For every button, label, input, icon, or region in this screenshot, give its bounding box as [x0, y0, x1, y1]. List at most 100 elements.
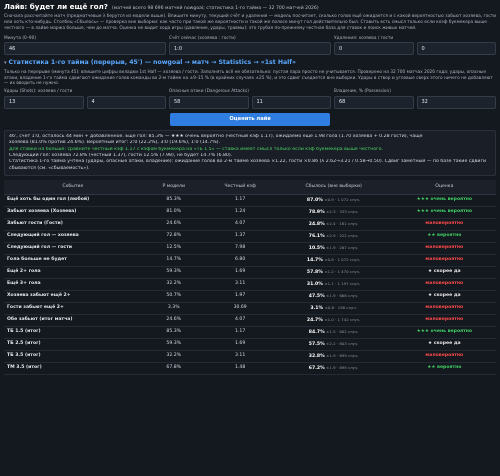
halftime-description: Только на перерыве (минута 45): впишите … — [4, 69, 493, 87]
redcards-home-input[interactable]: 0 — [334, 42, 414, 56]
grade-cell: маловероятно — [392, 242, 496, 255]
fair-odds-cell: 7.98 — [205, 242, 275, 255]
redcards-away-input[interactable]: 0 — [416, 42, 496, 56]
possession-field: Владение, % (Possession) 68 32 — [334, 89, 496, 109]
model-p-cell: 50.7% — [141, 290, 206, 303]
model-p-cell: 85.3% — [141, 194, 206, 207]
grade-cell: маловероятно — [392, 314, 496, 327]
evaluate-live-button[interactable]: Оценить лайв — [170, 112, 330, 126]
col-event: Событие — [4, 179, 142, 195]
table-row: Забьют гости (Гости) 24.6% 4.07 24.8% ±2.4 … — [4, 218, 496, 231]
fair-odds-cell: 3.11 — [205, 278, 275, 291]
model-p-cell: 14.7% — [141, 254, 206, 267]
probability-table: Событие P модели Честный кэф Сбылось (вн… — [4, 179, 496, 375]
hit-rate: 87.0% — [306, 197, 323, 203]
model-p-cell: 72.8% — [141, 230, 206, 243]
redcards-field: Удаления: хозяева / гости 0 0 — [334, 36, 496, 56]
table-row: Забьют хозяева (Хозяева) 81.0% 1.24 78.9% ±… — [4, 206, 496, 219]
hit-meta: ±1.9 · 899 случ. — [326, 364, 359, 370]
event-cell: Ещё 3+ гола — [4, 278, 142, 291]
event-cell: Ещё хоть бы один гол (любой) — [4, 194, 142, 207]
hit-cell: 10.5% ±1.9 · 267 случ. — [274, 242, 393, 255]
table-row: Ещё 3+ гола 32.2% 3.11 31.0% ±1.1 · 1 197 с… — [4, 278, 496, 291]
redcards-label: Удаления: хозяева / гости — [334, 35, 394, 41]
grade-cell: ★ скорее да — [392, 266, 496, 279]
live-result-box: 46', счёт 1:0, осталось 44 мин + добавле… — [4, 129, 496, 176]
hit-cell: 67.2% ±1.9 · 899 случ. — [274, 362, 393, 375]
attacks-inputs: 58 11 — [169, 95, 331, 109]
attacks-label: Опасные атаки (Dangerous Attacks) — [169, 89, 249, 95]
event-cell: Следующий гол — хозяева — [4, 230, 142, 243]
hit-rate: 3.1% — [310, 305, 324, 311]
event-cell: Гости забьют ещё 2+ — [4, 302, 142, 315]
table-row: ТМ 3.5 (итог) 67.8% 1.48 67.2% ±1.9 · 899 с… — [4, 362, 496, 375]
shots-field: Удары (Shots): хозяева / гости 13 4 — [4, 89, 166, 109]
hit-rate: 31.0% — [306, 281, 323, 287]
possession-away-input[interactable]: 32 — [416, 95, 496, 109]
hit-cell: 84.7% ±1.5 · 802 случ. — [274, 326, 393, 339]
event-cell: Забьют гости (Гости) — [4, 218, 142, 231]
score-input[interactable]: 1:0 — [169, 42, 331, 56]
fair-odds-cell: 1.97 — [205, 290, 275, 303]
possession-home-input[interactable]: 68 — [334, 95, 414, 109]
event-cell: ТБ 2.5 (итог) — [4, 338, 142, 351]
hit-meta: ±2.4 · 181 случ. — [326, 220, 359, 226]
fair-odds-cell: 1.37 — [205, 230, 275, 243]
hit-cell: 32.8% ±1.9 · 899 случ. — [274, 350, 393, 363]
model-p-cell: 24.6% — [141, 314, 206, 327]
hit-rate: 47.5% — [308, 293, 325, 299]
grade-cell: маловероятно — [392, 254, 496, 267]
table-row: Ещё 2+ гола 59.3% 1.69 57.8% ±1.2 · 1 470 с… — [4, 266, 496, 279]
table-row: Следующий гол — хозяева 72.8% 1.37 76.1% ±2… — [4, 230, 496, 243]
table-row: Гости забьют ещё 2+ 3.3% 30.69 3.1% ±0.8 · … — [4, 302, 496, 315]
minute-input[interactable]: 46 — [4, 42, 166, 56]
hit-rate: 76.1% — [308, 233, 325, 239]
attacks-away-input[interactable]: 11 — [251, 95, 331, 109]
model-p-cell: 85.3% — [141, 326, 206, 339]
col-model-p: P модели — [141, 179, 206, 195]
grade-cell: ★ скорее да — [392, 338, 496, 351]
table-row: Обе забьют (итог матча) 24.6% 4.07 24.7% ±1… — [4, 314, 496, 327]
hit-meta: ±1.9 · 666 случ. — [326, 292, 359, 298]
event-cell: Хозяева забьют ещё 2+ — [4, 290, 142, 303]
hit-meta: ±1.2 · 1 470 случ. — [324, 268, 361, 274]
hit-cell: 87.0% ±0.9 · 1 072 случ. — [274, 194, 393, 207]
hit-meta: ±1.1 · 1 197 случ. — [324, 280, 361, 286]
shots-away-input[interactable]: 4 — [86, 95, 166, 109]
model-p-cell: 32.2% — [141, 278, 206, 291]
halftime-section-title: Статистика 1-го тайма (перерыв, 45') — n… — [8, 59, 296, 67]
model-p-cell: 32.2% — [141, 350, 206, 363]
fair-odds-cell: 4.07 — [205, 218, 275, 231]
shots-home-input[interactable]: 13 — [4, 95, 84, 109]
table-row: Следующий гол — гости 12.5% 7.98 10.5% ±1.9… — [4, 242, 496, 255]
hit-meta: ±2.2 · 803 случ. — [326, 340, 359, 346]
fair-odds-cell: 1.17 — [205, 194, 275, 207]
grade-cell: маловероятно — [392, 350, 496, 363]
attacks-home-input[interactable]: 58 — [169, 95, 249, 109]
hit-cell: 3.1% ±0.8 · 198 случ. — [274, 302, 393, 315]
minute-label: Минута (0–90) — [4, 35, 37, 41]
table-row: ТБ 2.5 (итог) 59.3% 1.69 57.5% ±2.2 · 803 с… — [4, 338, 496, 351]
event-cell: Обе забьют (итог матча) — [4, 314, 142, 327]
fair-odds-cell: 1.69 — [205, 266, 275, 279]
hit-meta: ±1.0 · 1 742 случ. — [324, 316, 361, 322]
grade-cell: маловероятно — [392, 302, 496, 315]
minute-field: Минута (0–90) 46 — [4, 36, 166, 56]
redcards-inputs: 0 0 — [334, 42, 496, 56]
page-header: Лайв: будет ли ещё гол? (матчей всего 98… — [4, 2, 496, 12]
hit-cell: 57.5% ±2.2 · 803 случ. — [274, 338, 393, 351]
table-row: ТБ 3.5 (итог) 32.2% 3.11 32.8% ±1.9 · 899 с… — [4, 350, 496, 363]
col-hit-rate: Сбылось (вне выборки) — [274, 179, 393, 195]
live-panel: Лайв: будет ли ещё гол? (матчей всего 98… — [0, 0, 500, 375]
fair-odds-cell: 1.48 — [205, 362, 275, 375]
fair-odds-cell: 3.11 — [205, 350, 275, 363]
hit-rate: 84.7% — [308, 329, 325, 335]
model-p-cell: 12.5% — [141, 242, 206, 255]
hit-cell: 24.8% ±2.4 · 181 случ. — [274, 218, 393, 231]
possession-inputs: 68 32 — [334, 95, 496, 109]
shots-inputs: 13 4 — [4, 95, 166, 109]
model-p-cell: 59.3% — [141, 338, 206, 351]
attacks-field: Опасные атаки (Dangerous Attacks) 58 11 — [169, 89, 331, 109]
halftime-section-toggle[interactable]: ▾ Статистика 1-го тайма (перерыв, 45') —… — [4, 59, 496, 67]
grade-cell: маловероятно — [392, 278, 496, 291]
